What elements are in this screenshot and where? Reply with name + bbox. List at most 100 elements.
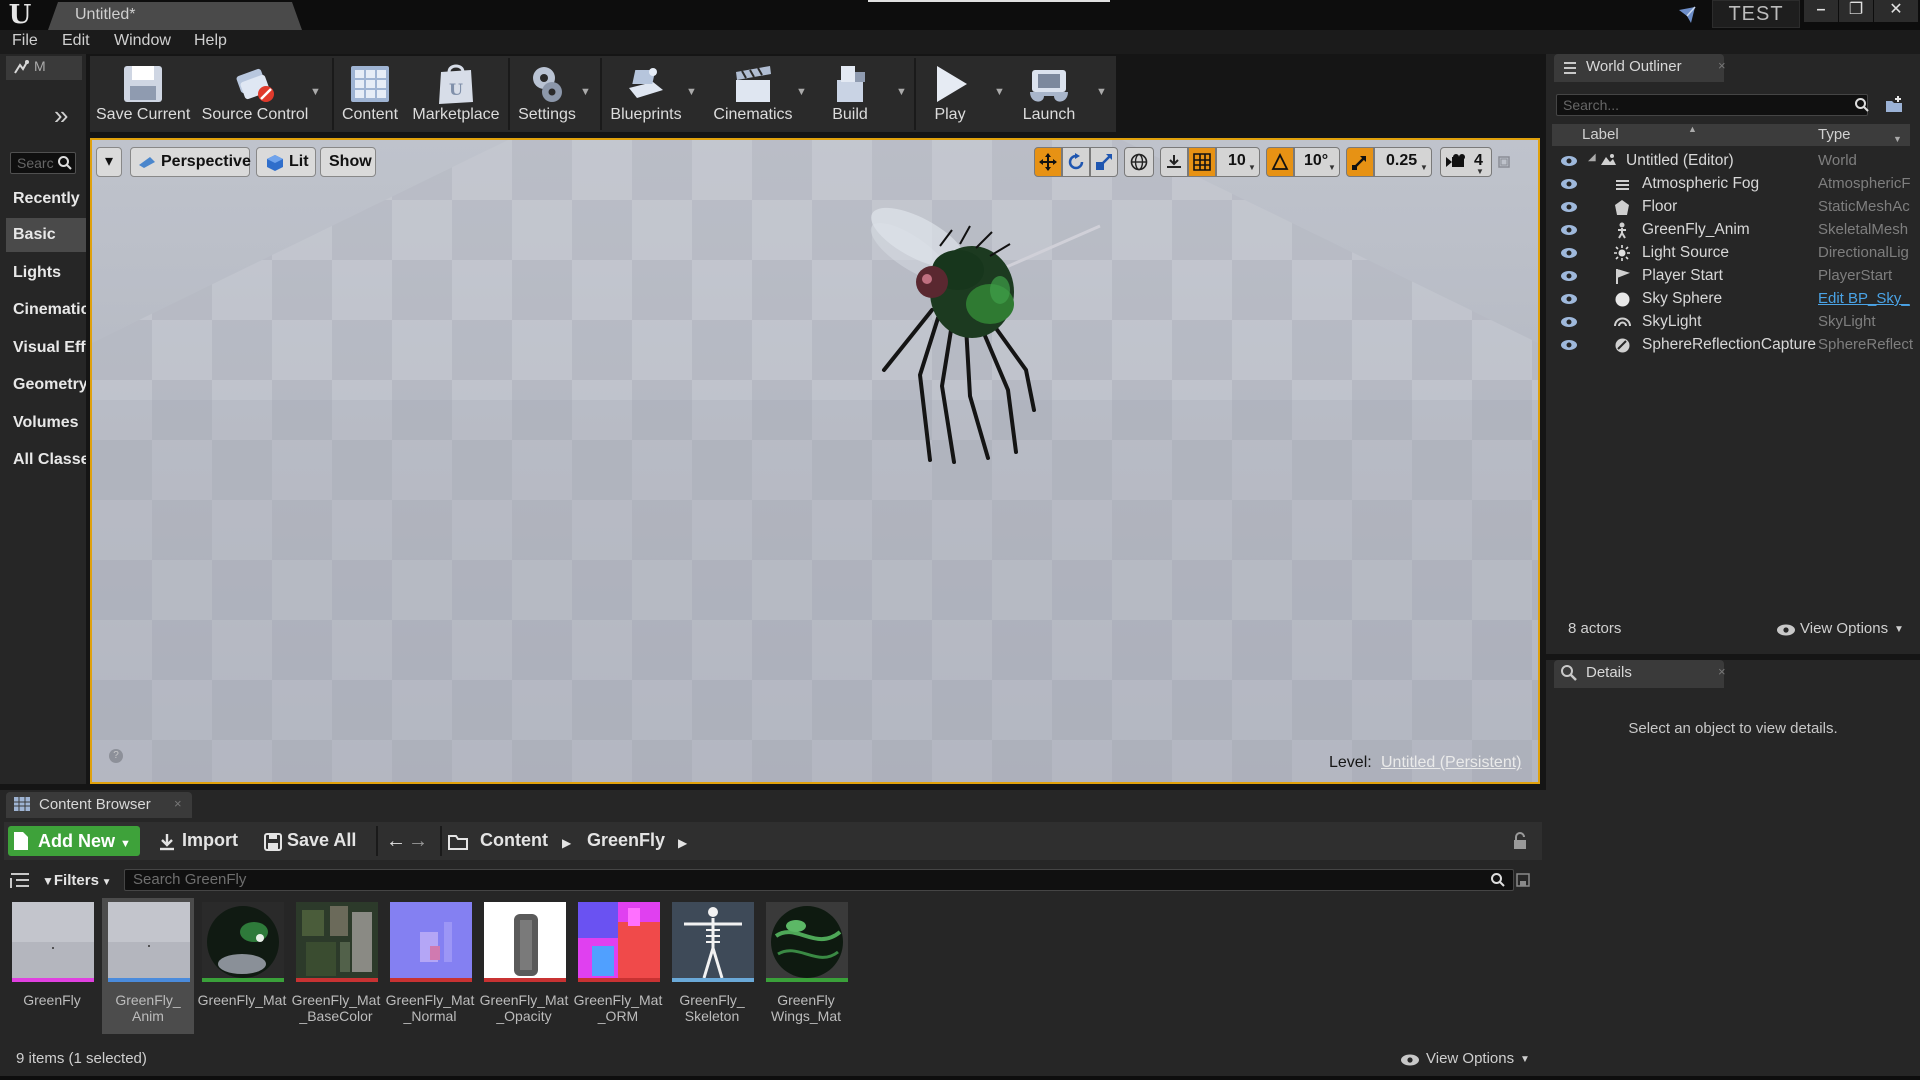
category-visual-effects[interactable]: Visual Eff xyxy=(6,331,86,365)
lit-button[interactable]: Lit xyxy=(256,147,316,177)
outliner-row-skylight[interactable]: SkyLight SkyLight xyxy=(1552,311,1910,333)
visibility-eye-icon[interactable] xyxy=(1560,155,1578,167)
visibility-eye-icon[interactable] xyxy=(1560,224,1578,236)
menu-file[interactable]: File xyxy=(12,32,38,50)
asset-greenfly-anim[interactable]: GreenFly_ Anim xyxy=(102,898,194,1034)
category-lights[interactable]: Lights xyxy=(6,256,86,290)
asset-greenfly-wings-mat[interactable]: GreenFly Wings_Mat xyxy=(760,898,852,1034)
visibility-eye-icon[interactable] xyxy=(1560,316,1578,328)
content-browser-tab-close-icon[interactable]: × xyxy=(174,796,182,811)
breadcrumb-children-icon[interactable]: ▶ xyxy=(678,836,687,850)
breadcrumb-separator-icon[interactable]: ▶ xyxy=(562,836,571,850)
minimize-button[interactable]: – xyxy=(1804,0,1838,22)
blueprints-button[interactable]: Blueprints xyxy=(604,56,688,132)
lock-icon[interactable] xyxy=(1512,832,1528,850)
import-button[interactable]: Import xyxy=(182,830,238,851)
visibility-eye-icon[interactable] xyxy=(1560,270,1578,282)
play-dropdown-icon[interactable]: ▼ xyxy=(994,86,1005,98)
launch-button[interactable]: Launch xyxy=(1014,56,1084,132)
save-current-button[interactable]: Save Current xyxy=(96,56,190,132)
visibility-eye-icon[interactable] xyxy=(1560,178,1578,190)
settings-dropdown-icon[interactable]: ▼ xyxy=(580,86,591,98)
details-tab[interactable] xyxy=(1554,660,1724,688)
breadcrumb-greenfly[interactable]: GreenFly xyxy=(587,830,665,851)
asset-greenfly-mat-normal[interactable]: GreenFly_Mat _Normal xyxy=(384,898,476,1034)
outliner-view-options-button[interactable]: View Options xyxy=(1800,620,1888,637)
filters-button[interactable]: ▼Filters ▼ xyxy=(42,872,112,889)
outliner-search-input[interactable]: Search... xyxy=(1556,94,1868,116)
greenfly-model[interactable] xyxy=(820,200,1120,470)
outliner-row-floor[interactable]: Floor StaticMeshAc xyxy=(1552,196,1910,218)
column-dropdown-icon[interactable]: ▼ xyxy=(1893,134,1902,144)
level-viewport[interactable] xyxy=(90,138,1540,784)
category-basic[interactable]: Basic xyxy=(6,218,86,252)
visibility-eye-icon[interactable] xyxy=(1560,339,1578,351)
save-search-icon[interactable] xyxy=(1516,873,1530,887)
document-tab[interactable]: Untitled* xyxy=(48,2,302,30)
outliner-row-player-start[interactable]: Player Start PlayerStart xyxy=(1552,265,1910,287)
outliner-row-atmospheric-fog[interactable]: Atmospheric Fog AtmosphericF xyxy=(1552,173,1911,195)
category-volumes[interactable]: Volumes xyxy=(6,406,86,440)
viewport-options-dropdown[interactable]: ▾ xyxy=(96,147,122,177)
build-button[interactable]: Build xyxy=(820,56,880,132)
content-view-options-button[interactable]: View Options xyxy=(1426,1050,1514,1067)
category-recently[interactable]: Recently xyxy=(6,182,86,216)
feedback-icon[interactable] xyxy=(1676,4,1698,26)
level-name-link[interactable]: Untitled (Persistent) xyxy=(1381,754,1522,772)
expand-arrow-icon[interactable]: ◢ xyxy=(1588,152,1596,163)
content-view-options-dropdown-icon[interactable]: ▼ xyxy=(1520,1054,1530,1065)
visibility-eye-icon[interactable] xyxy=(1560,201,1578,213)
history-forward-icon[interactable]: → xyxy=(408,830,428,853)
content-search-input[interactable]: Search GreenFly xyxy=(124,869,1514,891)
settings-button[interactable]: Settings xyxy=(512,56,582,132)
edit-blueprint-link[interactable]: Edit BP_Sky_ xyxy=(1818,290,1914,307)
asset-greenfly-skeleton[interactable]: GreenFly_ Skeleton xyxy=(666,898,758,1034)
outliner-row-greenfly-anim[interactable]: GreenFly_Anim SkeletalMesh xyxy=(1552,219,1910,241)
menu-help[interactable]: Help xyxy=(194,32,227,50)
asset-greenfly-mat-orm[interactable]: GreenFly_Mat _ORM xyxy=(572,898,664,1034)
visibility-eye-icon[interactable] xyxy=(1560,293,1578,305)
launch-dropdown-icon[interactable]: ▼ xyxy=(1096,86,1107,98)
column-label-header[interactable]: Label xyxy=(1582,126,1619,143)
asset-greenfly-mat-basecolor[interactable]: GreenFly_Mat _BaseColor xyxy=(290,898,382,1034)
outliner-row-sky-sphere[interactable]: Sky Sphere Edit BP_Sky_ xyxy=(1552,288,1910,310)
cinematics-label: Cinematics xyxy=(713,106,793,123)
asset-greenfly-mat-opacity[interactable]: GreenFly_Mat _Opacity xyxy=(478,898,570,1034)
cinematics-button[interactable]: Cinematics xyxy=(708,56,798,132)
asset-greenfly-mat[interactable]: GreenFly_Mat xyxy=(196,898,288,1034)
show-button[interactable]: Show xyxy=(320,147,376,177)
maximize-viewport-icon[interactable] xyxy=(1498,156,1510,168)
view-options-dropdown-icon[interactable]: ▼ xyxy=(1894,624,1904,635)
build-dropdown-icon[interactable]: ▼ xyxy=(896,86,907,98)
outliner-row-light-source[interactable]: Light Source DirectionalLig xyxy=(1552,242,1910,264)
help-icon[interactable]: ? xyxy=(109,749,123,763)
source-control-button[interactable]: Source Control xyxy=(198,56,312,132)
history-back-icon[interactable]: ← xyxy=(386,830,406,853)
menu-window[interactable]: Window xyxy=(114,32,171,50)
category-cinematic[interactable]: Cinematic xyxy=(6,293,86,327)
source-control-dropdown-icon[interactable]: ▼ xyxy=(310,86,321,98)
sources-panel-toggle-icon[interactable] xyxy=(10,872,30,888)
details-tab-close-icon[interactable]: × xyxy=(1718,664,1726,679)
category-geometry[interactable]: Geometry xyxy=(6,368,86,402)
save-all-button[interactable]: Save All xyxy=(287,830,356,851)
menu-edit[interactable]: Edit xyxy=(62,32,90,50)
modes-expand-icon[interactable]: » xyxy=(54,100,68,131)
add-folder-icon[interactable] xyxy=(1884,95,1904,115)
maximize-button[interactable]: ❐ xyxy=(1839,0,1873,22)
play-button[interactable]: Play xyxy=(918,56,982,132)
marketplace-button[interactable]: U Marketplace xyxy=(410,56,502,132)
close-window-button[interactable]: ✕ xyxy=(1874,0,1918,22)
category-all-classes[interactable]: All Classe xyxy=(6,443,86,477)
asset-greenfly[interactable]: GreenFly xyxy=(6,898,98,1034)
visibility-eye-icon[interactable] xyxy=(1560,247,1578,259)
save-current-label: Save Current xyxy=(96,106,191,123)
blueprints-dropdown-icon[interactable]: ▼ xyxy=(686,86,697,98)
cinematics-dropdown-icon[interactable]: ▼ xyxy=(796,86,807,98)
column-type-header[interactable]: Type xyxy=(1818,126,1851,143)
outliner-tab-close-icon[interactable]: × xyxy=(1718,58,1726,73)
breadcrumb-content[interactable]: Content xyxy=(480,830,548,851)
content-button[interactable]: Content xyxy=(336,56,404,132)
outliner-row-world[interactable]: ◢ Untitled (Editor) World xyxy=(1552,150,1910,172)
outliner-row-sphere-reflection-capture[interactable]: SphereReflectionCapture SphereReflect xyxy=(1552,334,1913,356)
